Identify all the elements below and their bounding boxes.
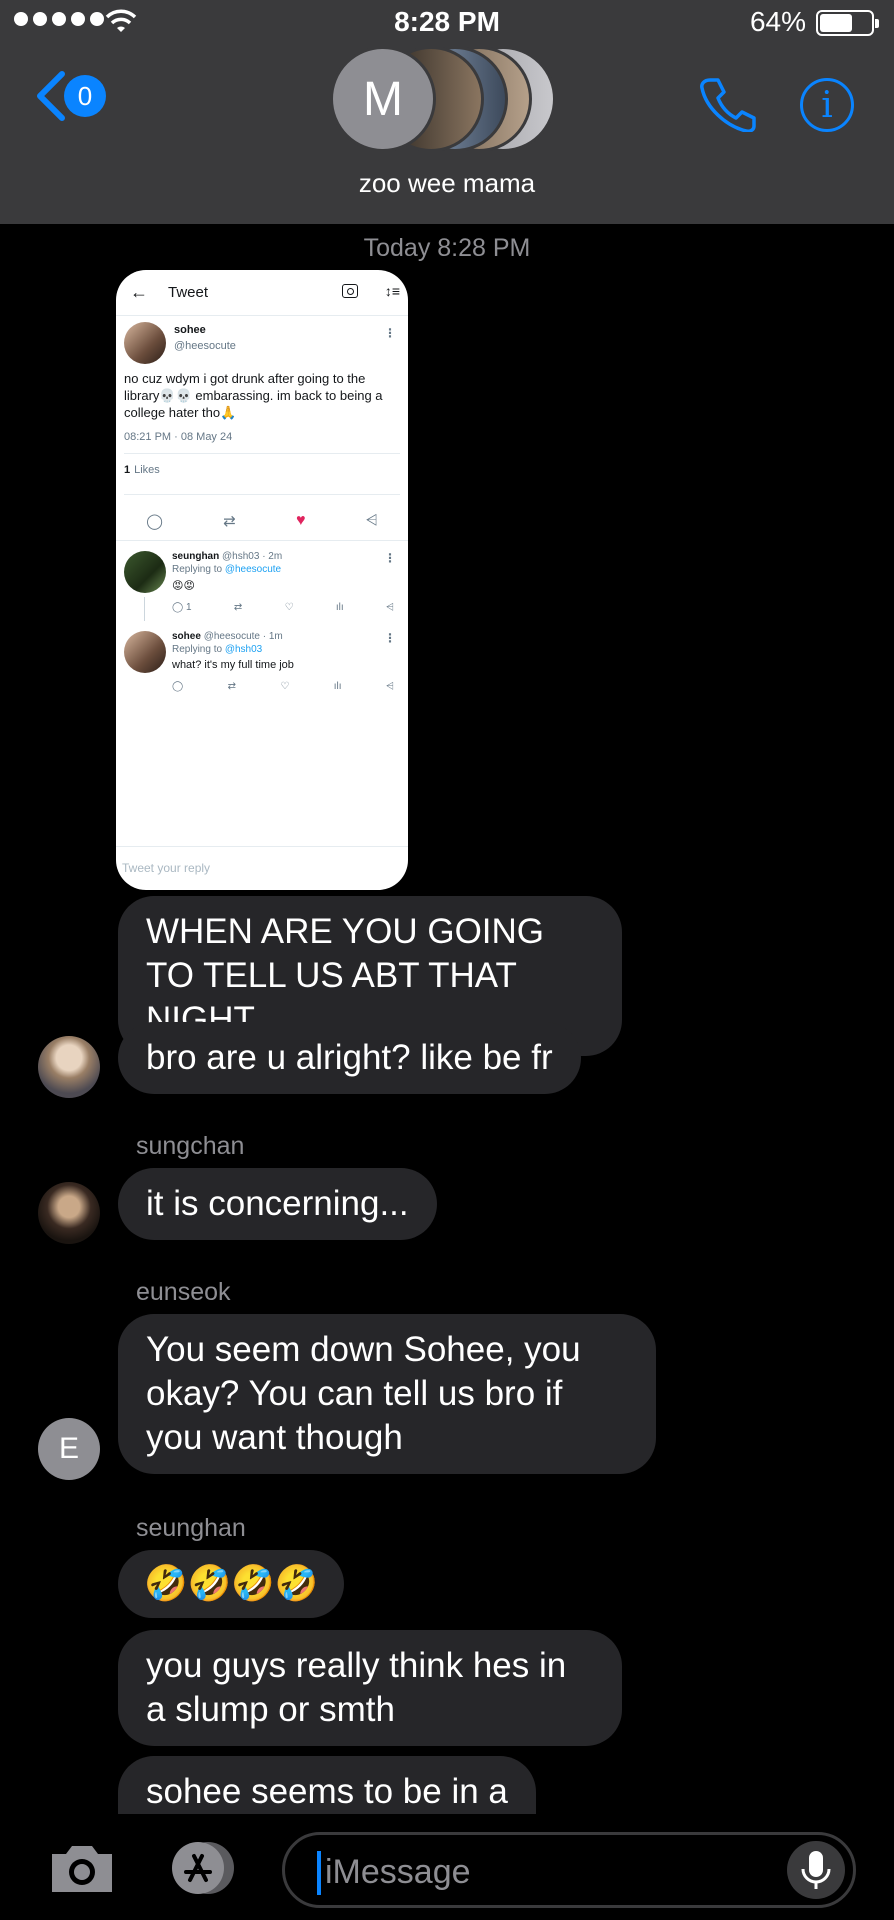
reply-text: what? it's my full time job [172, 659, 294, 671]
message-placeholder: iMessage [325, 1853, 471, 1891]
retweet-icon: ⇄ [227, 681, 236, 692]
message-timestamp: Today 8:28 PM [363, 234, 531, 262]
thread-line [144, 597, 145, 621]
avatar [124, 551, 166, 593]
tweet-reply: ⋮ seunghan @hsh03 · 2m Replying to @hees… [116, 541, 408, 621]
camera-icon[interactable] [48, 1842, 116, 1894]
chat-header: 8:28 PM 64% 0 M zoo wee mama i [0, 0, 894, 224]
microphone-icon [801, 1851, 831, 1889]
message-bubble[interactable]: 🤣🤣🤣🤣 [118, 1550, 345, 1618]
message-bubble[interactable]: bro are u alright? like be fr [118, 1022, 581, 1094]
tweet-header: ← Tweet ↕≡ [116, 270, 408, 316]
retweet-icon: ⇄ [233, 602, 243, 613]
stats-icon: ılı [335, 602, 344, 613]
group-avatar-initial: M [330, 46, 436, 152]
info-icon: i [821, 84, 833, 126]
microphone-button[interactable] [787, 1841, 845, 1899]
share-icon: ⩤ [386, 602, 394, 613]
text-caret [317, 1851, 321, 1895]
message-input[interactable]: iMessage [282, 1832, 856, 1908]
message-bubble[interactable]: it is concerning... [118, 1168, 437, 1240]
avatar [124, 322, 166, 364]
app-store-icon[interactable] [162, 1840, 242, 1896]
tweet-screenshot-image[interactable]: ← Tweet ↕≡ sohee @heesocute ⋮ no cuz wdy… [116, 270, 408, 890]
retweet-icon: ⇄ [223, 512, 236, 530]
reply-author: seunghan [172, 551, 220, 562]
sender-name: seunghan [136, 1514, 246, 1542]
back-button[interactable]: 0 [34, 70, 106, 122]
heart-icon: ♡ [280, 681, 290, 692]
camera-icon [342, 284, 358, 298]
message-bubble[interactable]: sohee seems to be in a [118, 1756, 536, 1814]
more-icon: ⋮ [384, 631, 396, 645]
avatar[interactable]: E [38, 1418, 100, 1480]
tweet-text: no cuz wdym i got drunk after going to t… [124, 371, 383, 420]
heart-icon: ♡ [284, 602, 294, 613]
group-name[interactable]: zoo wee mama [0, 168, 894, 199]
group-avatars[interactable]: M [330, 46, 560, 152]
avatar [124, 631, 166, 673]
reply-meta: @heesocute · 1m [203, 631, 283, 642]
tweet-header-title: Tweet [168, 284, 209, 301]
message-bubble[interactable]: You seem down Sohee, you okay? You can t… [118, 1314, 656, 1474]
compose-bar: iMessage [0, 1814, 894, 1920]
heart-icon: ♥ [296, 511, 306, 529]
sort-icon: ↕≡ [384, 283, 400, 299]
tweet-reply: ⋮ sohee @heesocute · 1m Replying to @hsh… [116, 621, 408, 701]
more-icon: ⋮ [384, 326, 396, 340]
message-bubble[interactable]: you guys really think hes in a slump or … [118, 1630, 622, 1746]
sender-name: eunseok [136, 1278, 231, 1306]
reply-to-handle: @heesocute [224, 564, 282, 575]
sender-name: sungchan [136, 1132, 245, 1160]
tweet-actions: ◯ ⇄ ♥ ⩤ [116, 501, 408, 541]
status-bar: 8:28 PM 64% [0, 6, 894, 42]
more-icon: ⋮ [384, 551, 396, 565]
tweet-likes: 1 Likes [124, 454, 400, 495]
share-icon: ⩤ [385, 681, 394, 692]
unread-count-badge: 0 [64, 75, 106, 117]
battery-percentage: 64% [749, 6, 806, 37]
avatar[interactable] [38, 1036, 100, 1098]
reply-actions: ◯ 1 ⇄ ♡ ılı ⩤ [172, 602, 400, 613]
avatar[interactable] [38, 1182, 100, 1244]
tweet-author-name: sohee [174, 324, 206, 336]
reply-actions: ◯ ⇄ ♡ ılı ⩤ [172, 681, 400, 692]
stats-icon: ılı [333, 681, 342, 692]
info-button[interactable]: i [800, 78, 854, 132]
share-icon: ⩤ [365, 512, 378, 529]
tweet-date: 08:21 PM · 08 May 24 [124, 431, 400, 454]
battery-icon [816, 10, 879, 36]
reply-author: sohee [172, 631, 201, 642]
tweet-reply-input: Tweet your reply [116, 846, 408, 890]
tweet-author-handle: @heesocute [174, 340, 236, 352]
tweet-main: sohee @heesocute ⋮ no cuz wdym i got dru… [116, 316, 408, 501]
chevron-left-icon [37, 71, 65, 121]
comment-icon: ◯ 1 [172, 602, 192, 613]
reply-meta: @hsh03 · 2m [222, 551, 283, 562]
phone-icon[interactable] [698, 76, 756, 132]
comment-icon: ◯ [146, 512, 163, 530]
reply-text: 😡😡 [172, 580, 195, 592]
arrow-left-icon: ← [130, 282, 148, 302]
reply-to-handle: @hsh03 [224, 644, 263, 655]
comment-icon: ◯ [172, 681, 184, 692]
